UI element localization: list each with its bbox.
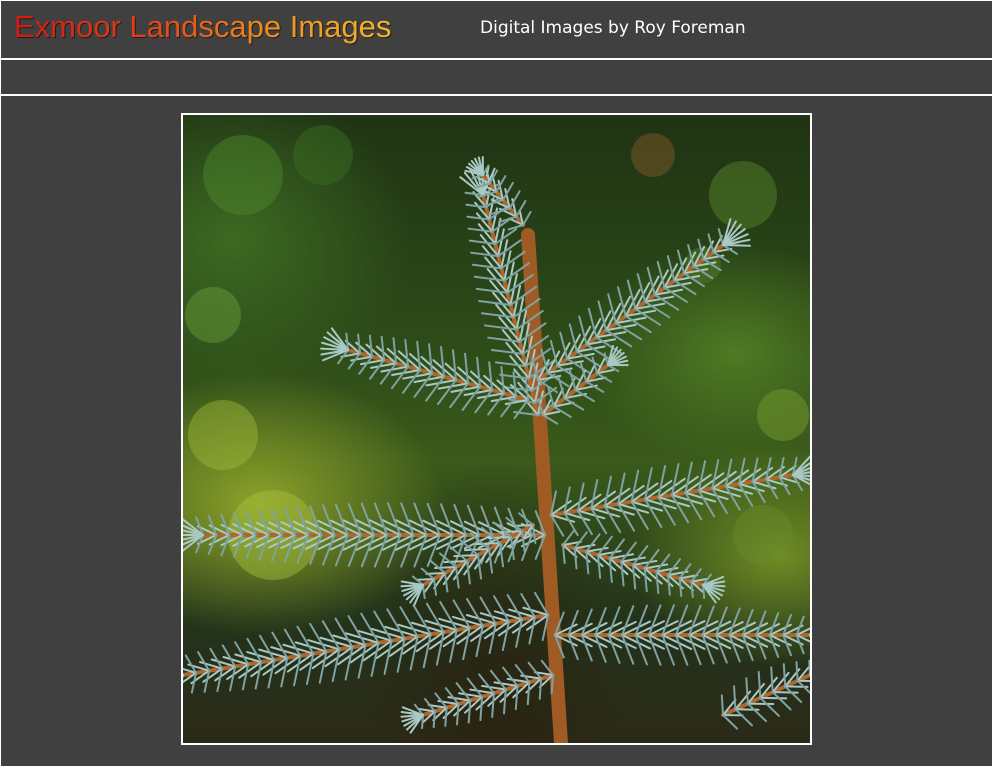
spruce-photo-illustration — [183, 125, 810, 743]
site-header: Exmoor Landscape Images Digital Images b… — [1, 1, 992, 58]
featured-photo[interactable] — [181, 113, 812, 745]
navigation-bar — [1, 60, 992, 94]
header-divider-bottom — [1, 94, 992, 96]
site-subtitle: Digital Images by Roy Foreman — [480, 18, 746, 38]
site-title[interactable]: Exmoor Landscape Images — [14, 9, 391, 45]
